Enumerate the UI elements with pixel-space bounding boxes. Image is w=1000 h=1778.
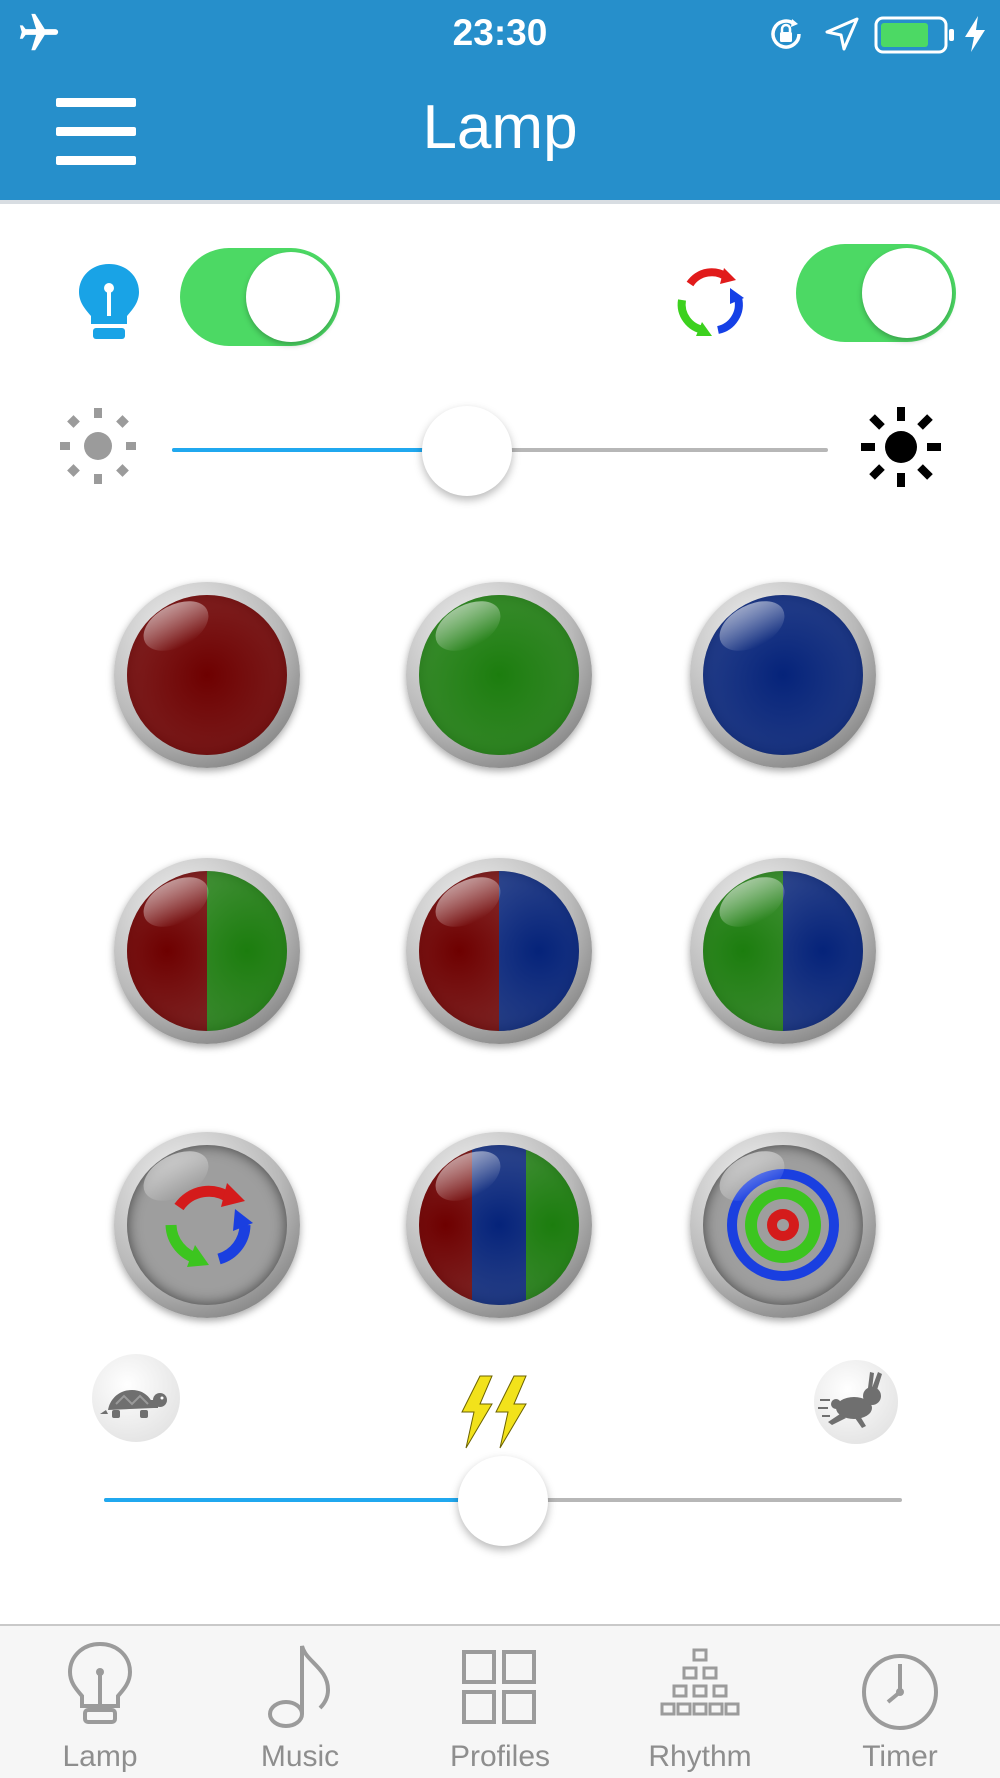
color-button-color-cycle[interactable]	[114, 1132, 300, 1318]
color-button-red-green[interactable]	[114, 858, 300, 1044]
rabbit-icon	[818, 1372, 882, 1428]
location-icon	[825, 17, 859, 51]
app-screen: { "status_bar": { "time": "23:30", "icon…	[0, 0, 1000, 1778]
charging-icon	[965, 16, 985, 52]
toggle-knob	[862, 248, 952, 338]
tab-timer[interactable]: Timer	[800, 1626, 1000, 1778]
sun-bright-icon	[861, 407, 941, 487]
tab-label: Lamp	[62, 1740, 138, 1773]
power-toggle[interactable]	[180, 248, 340, 346]
color-cycle-icon	[677, 268, 744, 336]
color-button-target[interactable]	[690, 1132, 876, 1318]
nav-divider	[0, 200, 1000, 204]
tab-rhythm[interactable]: Rhythm	[600, 1626, 800, 1778]
color-button-blue[interactable]	[690, 582, 876, 768]
color-segment	[499, 871, 579, 1031]
speed-slider[interactable]	[104, 1455, 902, 1547]
color-button-face	[127, 871, 287, 1031]
tab-bar: Lamp Music Profiles Rhythm Timer	[0, 1624, 1000, 1778]
lightbulb-outline-icon	[67, 1641, 133, 1724]
clock-icon	[862, 1654, 938, 1730]
brightness-slider-thumb[interactable]	[422, 406, 513, 496]
battery-icon	[874, 16, 954, 54]
turtle-icon	[100, 1390, 167, 1418]
speed-slider-thumb[interactable]	[458, 1456, 548, 1546]
color-button-red-blue[interactable]	[406, 858, 592, 1044]
color-segment	[207, 871, 287, 1031]
tab-music[interactable]: Music	[200, 1626, 400, 1778]
page-title: Lamp	[422, 93, 578, 162]
tab-label: Music	[260, 1740, 340, 1773]
toggle-knob	[246, 252, 336, 342]
color-button-green-blue[interactable]	[690, 858, 876, 1044]
slider-fill	[104, 1498, 503, 1502]
top-bar: 23:30 Lamp	[0, 0, 1000, 200]
sun-dim-icon	[60, 408, 136, 484]
brightness-slider[interactable]	[172, 405, 828, 497]
lightning-icon	[461, 1375, 527, 1449]
tab-profiles[interactable]: Profiles	[400, 1626, 600, 1778]
auto-cycle-toggle[interactable]	[796, 244, 956, 342]
color-button-face	[127, 1145, 287, 1305]
color-segment	[783, 871, 863, 1031]
grid-squares-icon	[462, 1650, 536, 1724]
music-note-icon	[268, 1645, 331, 1728]
equalizer-blocks-icon	[660, 1648, 740, 1716]
tab-label: Timer	[862, 1740, 938, 1773]
lightbulb-icon	[79, 264, 139, 339]
color-button-face	[703, 871, 863, 1031]
color-segment	[525, 1145, 579, 1305]
color-button-face	[419, 595, 579, 755]
color-button-red-blue-green[interactable]	[406, 1132, 592, 1318]
color-button-face	[419, 1145, 579, 1305]
slow-speed-button[interactable]	[92, 1354, 180, 1442]
color-button-face	[127, 595, 287, 755]
tab-lamp[interactable]: Lamp	[0, 1626, 200, 1778]
tab-label: Profiles	[449, 1740, 551, 1773]
color-button-red[interactable]	[114, 582, 300, 768]
color-button-green[interactable]	[406, 582, 592, 768]
color-button-face	[703, 595, 863, 755]
color-button-face	[703, 1145, 863, 1305]
color-button-face	[419, 871, 579, 1031]
rotation-lock-icon	[771, 19, 801, 49]
fast-speed-button[interactable]	[814, 1360, 898, 1444]
tab-label: Rhythm	[648, 1740, 752, 1773]
